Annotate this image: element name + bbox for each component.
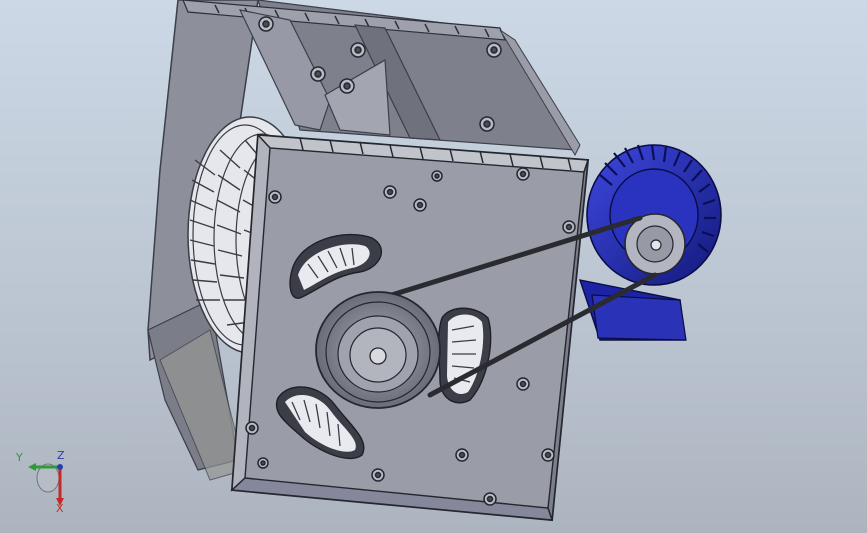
triad-y-label: Y [16,451,23,464]
motor-pulley[interactable] [624,213,686,275]
driven-pulley[interactable] [315,291,441,409]
fan-assembly-model[interactable] [0,0,867,533]
graphics-viewport[interactable]: Y Z X [0,0,867,533]
motor[interactable] [578,144,722,341]
triad-x-label: X [56,502,64,515]
orientation-triad[interactable]: Y Z X [12,448,76,520]
triad-z-label: Z [57,449,65,462]
